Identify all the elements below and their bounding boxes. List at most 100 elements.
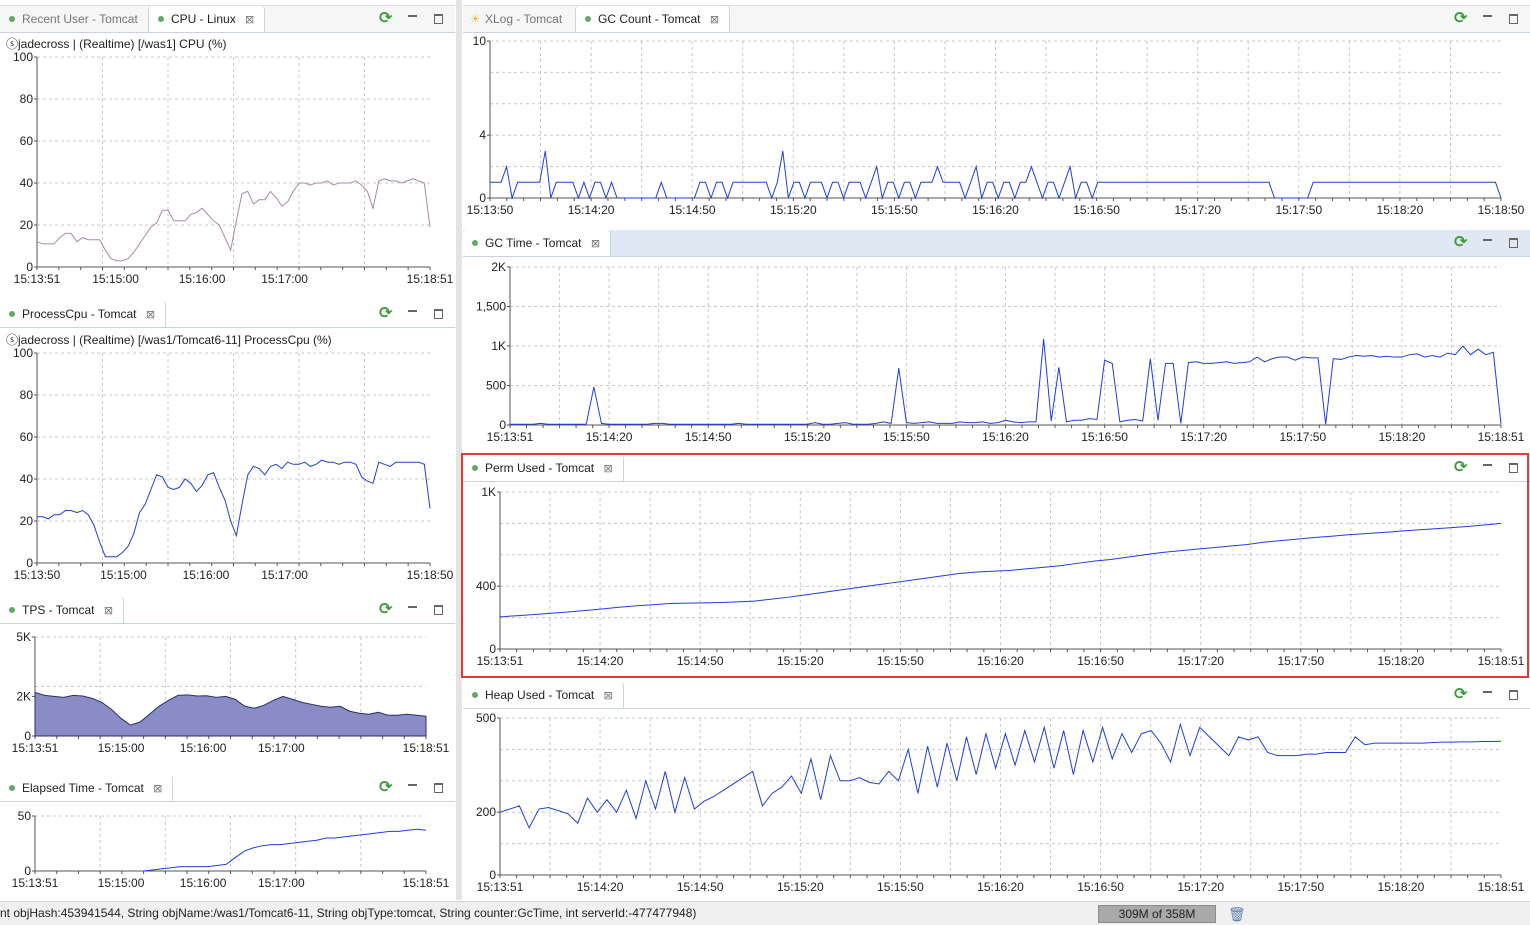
x-tick-label: 15:18:51 [403,741,450,755]
refresh-icon[interactable]: ⟳ [1454,687,1470,703]
minimize-icon[interactable] [405,602,421,618]
close-tab-icon[interactable]: ⊠ [710,14,719,26]
gc-time-tabbar: GC Time - Tomcat ⊠ ⟳ [463,230,1530,257]
x-tick-label: 15:13:51 [12,876,59,890]
refresh-icon[interactable]: ⟳ [1454,460,1470,476]
x-tick-label: 15:15:00 [92,272,139,286]
x-tick-label: 15:13:51 [477,880,524,894]
tab-gc-time[interactable]: GC Time - Tomcat ⊠ [463,230,612,256]
tab-xlog[interactable]: ☀ XLog - Tomcat [463,6,572,32]
y-tick-label: 1K [491,339,506,353]
y-tick-label: 400 [476,579,496,593]
tab-tps[interactable]: TPS - Tomcat ⊠ [0,597,125,623]
cpu-panel: Recent User - Tomcat CPU - Linux ⊠ ⟳ ⓢja… [0,5,455,295]
x-tick-label: 15:16:00 [180,876,227,890]
tab-perm-used[interactable]: Perm Used - Tomcat ⊠ [463,455,624,481]
maximize-icon[interactable] [431,602,447,618]
x-tick-label: 15:16:50 [1073,203,1120,217]
tab-gc-count[interactable]: GC Count - Tomcat ⊠ [575,6,731,32]
x-tick-label: 15:13:50 [14,568,61,582]
x-tick-label: 15:14:50 [677,880,724,894]
tab-label: ProcessCpu - Tomcat [22,307,137,321]
xlog-star-icon: ☀ [470,12,481,26]
y-tick-label: 100 [13,51,33,64]
close-tab-icon[interactable]: ⊠ [146,309,155,321]
x-tick-label: 15:15:50 [877,654,924,668]
x-tick-label: 15:18:51 [403,876,450,890]
close-tab-icon[interactable]: ⊠ [591,238,600,250]
maximize-icon[interactable] [1506,460,1522,476]
y-tick-label: 80 [20,92,34,106]
maximize-icon[interactable] [431,11,447,27]
chart-subtitle: ⓢjadecross | (Realtime) [/was1/Tomcat6-1… [6,333,332,347]
refresh-icon[interactable]: ⟳ [1454,11,1470,27]
vertical-splitter[interactable] [456,0,462,900]
close-tab-icon[interactable]: ⊠ [604,690,613,702]
tab-label: Recent User - Tomcat [22,12,138,26]
close-tab-icon[interactable]: ⊠ [104,605,113,617]
x-tick-label: 15:15:20 [777,654,824,668]
maximize-icon[interactable] [1506,687,1522,703]
tab-label: Perm Used - Tomcat [485,461,595,475]
tab-process-cpu[interactable]: ProcessCpu - Tomcat ⊠ [0,301,167,327]
close-tab-icon[interactable]: ⊠ [245,14,254,26]
minimize-icon[interactable] [405,11,421,27]
minimize-icon[interactable] [405,306,421,322]
x-tick-label: 15:15:50 [877,880,924,894]
heap-used-panel: Heap Used - Tomcat ⊠ ⟳ 500 200 0 15:13:51 15… [463,682,1530,900]
x-tick-label: 15:13:51 [14,272,61,286]
x-tick-label: 15:17:50 [1275,203,1322,217]
x-tick-label: 15:15:00 [98,741,145,755]
refresh-icon[interactable]: ⟳ [379,780,395,796]
y-tick-label: 20 [20,218,34,232]
gc-time-chart: 2K1,5001K500015:13:51 15:14:20 15:14:50 15:… [476,260,1525,444]
x-tick-label: 15:18:51 [1478,654,1525,668]
minimize-icon[interactable] [1480,687,1496,703]
maximize-icon[interactable] [1506,235,1522,251]
close-tab-icon[interactable]: ⊠ [153,783,162,795]
tps-tabbar: TPS - Tomcat ⊠ ⟳ [0,597,455,624]
refresh-icon[interactable]: ⟳ [379,11,395,27]
refresh-icon[interactable]: ⟳ [379,306,395,322]
tps-chart: 5K2K015:13:51 15:15:00 15:16:00 15:17:00 15:… [12,630,450,755]
y-tick-label: 2K [16,689,31,703]
x-tick-label: 15:15:50 [871,203,918,217]
perm-used-panel: Perm Used - Tomcat ⊠ ⟳ 1K 400 0 15:13:51 15:… [463,455,1530,677]
x-tick-label: 15:15:00 [100,568,147,582]
tab-recent-user[interactable]: Recent User - Tomcat [0,6,148,32]
y-tick-label: 200 [476,805,496,819]
x-tick-label: 15:18:50 [1478,203,1525,217]
panel-toolbar: ⟳ [379,597,447,623]
x-tick-label: 15:13:51 [477,654,524,668]
gc-time-panel: GC Time - Tomcat ⊠ ⟳ 2K 1,500 1K 500 0 15:13:… [463,230,1530,450]
tab-label: GC Time - Tomcat [485,236,582,250]
heap-used-chart: 500200015:13:51 15:14:20 15:14:50 15:15:20 1… [476,711,1525,894]
y-tick-label: 500 [476,711,496,725]
process-cpu-chart: 10080604020015:13:50 15:15:00 15:16:00 15:1… [13,347,454,582]
minimize-icon[interactable] [1480,460,1496,476]
minimize-icon[interactable] [405,780,421,796]
x-tick-label: 15:17:20 [1177,654,1224,668]
maximize-icon[interactable] [1506,11,1522,27]
panel-toolbar: ⟳ [1454,455,1522,481]
x-tick-label: 15:18:51 [407,272,454,286]
x-tick-label: 15:13:50 [467,203,514,217]
x-tick-label: 15:15:20 [777,880,824,894]
tomcat-status-icon [9,607,15,613]
minimize-icon[interactable] [1480,235,1496,251]
y-tick-label: 80 [20,388,34,402]
maximize-icon[interactable] [431,780,447,796]
close-tab-icon[interactable]: ⊠ [604,463,613,475]
trash-icon[interactable]: 🗑 [1228,906,1246,922]
x-tick-label: 15:16:00 [183,568,230,582]
y-tick-label: 100 [13,347,33,360]
refresh-icon[interactable]: ⟳ [1454,235,1470,251]
refresh-icon[interactable]: ⟳ [379,602,395,618]
minimize-icon[interactable] [1480,11,1496,27]
x-tick-label: 15:16:20 [982,430,1029,444]
tab-elapsed[interactable]: Elapsed Time - Tomcat ⊠ [0,775,174,801]
y-tick-label: 2K [491,260,506,274]
tab-heap-used[interactable]: Heap Used - Tomcat ⊠ [463,682,624,708]
maximize-icon[interactable] [431,306,447,322]
tab-cpu[interactable]: CPU - Linux ⊠ [148,6,266,32]
